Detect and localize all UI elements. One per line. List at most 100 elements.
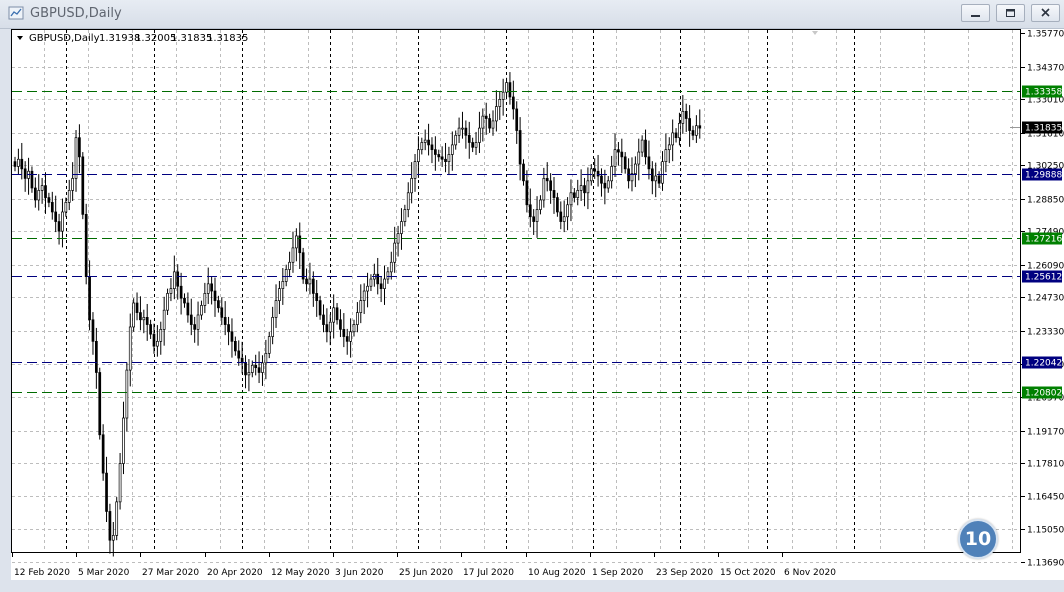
candle-body (542, 178, 546, 201)
candle-body (420, 142, 424, 151)
candle-body (315, 293, 319, 301)
candle-body (183, 297, 186, 304)
candle-body (267, 336, 271, 354)
candle-body (81, 156, 85, 215)
candle-body (440, 156, 444, 160)
candle-body (156, 340, 159, 347)
candle-body (586, 180, 590, 194)
candle-body (532, 216, 536, 222)
candle-body (678, 122, 681, 139)
candle-body (108, 511, 112, 541)
candle-body (244, 362, 247, 376)
candle-body (135, 302, 139, 313)
candle-body (234, 340, 237, 352)
candle-body (264, 352, 268, 364)
candle-body (434, 149, 437, 155)
candle-body (17, 158, 20, 167)
candle-body (23, 168, 27, 179)
candle-body (484, 115, 488, 119)
candle-body (647, 156, 651, 170)
date-tick-label: 15 Oct 2020 (720, 568, 776, 578)
price-tick-label: 1.15050 (1027, 526, 1064, 536)
candle-body (67, 190, 71, 203)
candle-body (464, 127, 468, 136)
candle-body (139, 312, 142, 321)
candle-body (132, 302, 135, 328)
date-tick-label: 12 Feb 2020 (14, 568, 70, 578)
date-tick-label: 6 Nov 2020 (784, 568, 836, 578)
candle-body (583, 185, 586, 194)
candle-body (193, 324, 197, 330)
candle-body (620, 151, 624, 158)
candle-body (332, 307, 336, 323)
candle-body (237, 350, 241, 359)
candle-body (342, 329, 346, 337)
candle-body (328, 321, 332, 333)
candle-body (681, 110, 685, 124)
candle-body (257, 367, 261, 373)
candle-body (311, 278, 315, 294)
plot-area[interactable] (11, 29, 1021, 553)
price-scale[interactable] (1021, 29, 1064, 553)
candle-body (345, 336, 349, 342)
ohlc-close: 1.31835 (207, 33, 248, 44)
candle-body (457, 127, 461, 136)
candle-body (511, 96, 515, 110)
candle-body (71, 178, 74, 191)
candle-body (217, 300, 220, 309)
candle-body (471, 142, 474, 148)
candle-body (406, 192, 410, 210)
candle-body (13, 161, 17, 167)
candle-body (389, 261, 393, 273)
candle-body (162, 309, 166, 330)
candle-body (549, 180, 552, 191)
candle-body (606, 180, 610, 189)
candle-body (284, 269, 288, 282)
candle-body (623, 156, 627, 170)
candle-body (572, 192, 576, 198)
price-chart[interactable]: 1.357701.343701.330101.316101.302501.288… (0, 0, 1064, 592)
candle-body (376, 273, 380, 285)
candle-body (196, 314, 200, 330)
candle-body (535, 209, 539, 222)
candle-body (657, 175, 661, 184)
candle-body (644, 139, 647, 158)
candle-body (111, 535, 115, 541)
price-tick-label: 1.23330 (1027, 328, 1064, 338)
candle-body (430, 144, 434, 151)
candle-body (20, 158, 24, 170)
candle-body (569, 192, 573, 206)
candle-body (152, 333, 156, 347)
candle-body (576, 190, 580, 198)
candle-body (508, 82, 512, 98)
current-price-label: 1.31835 (1025, 124, 1062, 134)
candle-body (366, 285, 369, 292)
price-tick-label: 1.17810 (1027, 460, 1064, 470)
chart-symbol-label: GBPUSD,Daily (29, 33, 100, 44)
candle-body (362, 290, 366, 301)
candle-body (495, 106, 498, 122)
candle-body (603, 182, 607, 189)
level-price-label: 1.33358 (1025, 88, 1062, 98)
candle-body (501, 91, 505, 100)
level-price-label: 1.22042 (1025, 359, 1062, 369)
candle-body (254, 364, 258, 369)
candle-body (386, 271, 390, 280)
candle-body (505, 82, 508, 93)
candle-body (688, 118, 691, 131)
candle-body (467, 134, 471, 143)
candle-body (661, 161, 664, 184)
candle-body (349, 331, 352, 342)
candle-body (413, 161, 417, 179)
candle-body (213, 290, 217, 301)
candle-body (122, 417, 125, 464)
candle-body (57, 221, 61, 232)
candle-body (61, 211, 64, 232)
candle-body (491, 120, 495, 129)
date-tick-label: 23 Sep 2020 (656, 568, 713, 578)
candle-body (417, 149, 420, 163)
level-price-label: 1.29888 (1025, 171, 1062, 181)
candle-body (481, 115, 485, 129)
candle-body (698, 125, 702, 129)
candle-body (617, 149, 620, 153)
